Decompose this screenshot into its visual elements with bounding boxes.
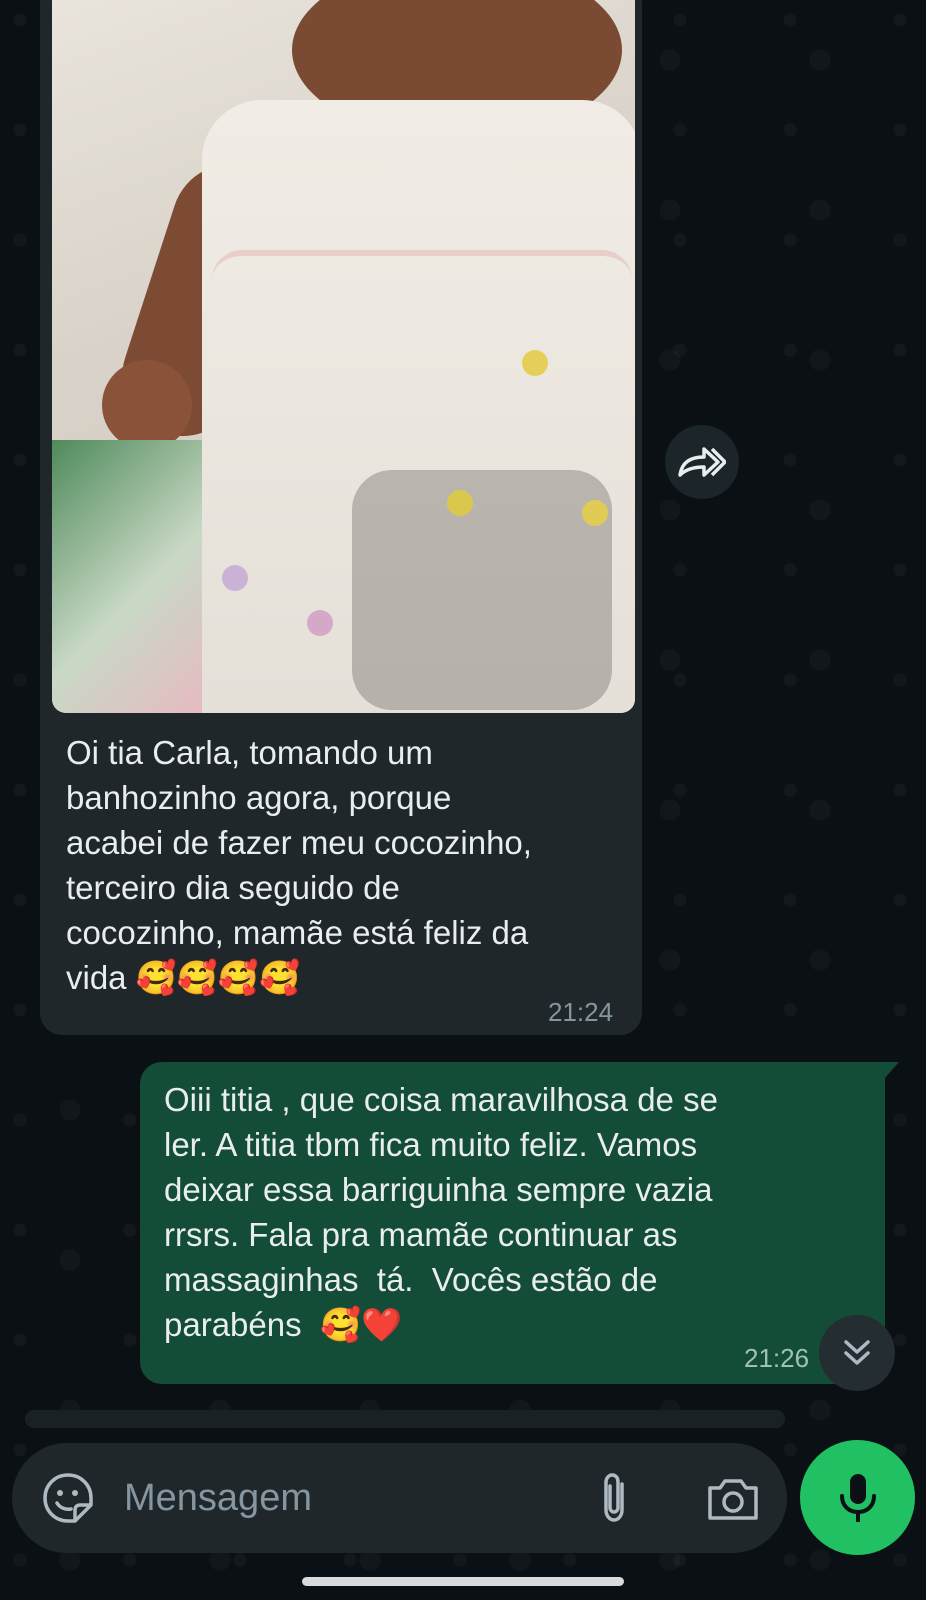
camera-icon[interactable] xyxy=(706,1474,760,1524)
forward-icon xyxy=(678,447,726,477)
photo-detail xyxy=(307,610,333,636)
attach-clip-icon[interactable] xyxy=(590,1470,640,1526)
outgoing-message-time: 21:26 xyxy=(744,1343,810,1373)
scroll-to-bottom-button[interactable] xyxy=(819,1315,895,1391)
partially-hidden-message xyxy=(25,1410,785,1428)
photo-detail xyxy=(352,470,612,710)
baby-photo[interactable] xyxy=(52,0,635,713)
forward-button[interactable] xyxy=(665,425,739,499)
double-chevron-down-icon xyxy=(844,1340,870,1365)
incoming-message-text: Oi tia Carla, tomando um banhozinho agor… xyxy=(66,734,532,996)
voice-message-button[interactable] xyxy=(800,1440,915,1555)
photo-detail xyxy=(52,440,212,713)
outgoing-message-text: Oiii titia , que coisa maravilhosa de se… xyxy=(164,1081,718,1343)
photo-detail xyxy=(102,360,192,450)
photo-detail xyxy=(222,565,248,591)
message-input[interactable] xyxy=(124,1470,564,1526)
photo-detail xyxy=(212,250,632,310)
photo-detail xyxy=(582,500,608,526)
photo-detail xyxy=(522,350,548,376)
mic-icon xyxy=(839,1473,876,1522)
photo-detail xyxy=(447,490,473,516)
incoming-message-time: 21:24 xyxy=(548,997,614,1027)
sticker-icon[interactable] xyxy=(42,1472,94,1524)
home-indicator[interactable] xyxy=(302,1577,624,1586)
bubble-tail xyxy=(885,1062,899,1078)
